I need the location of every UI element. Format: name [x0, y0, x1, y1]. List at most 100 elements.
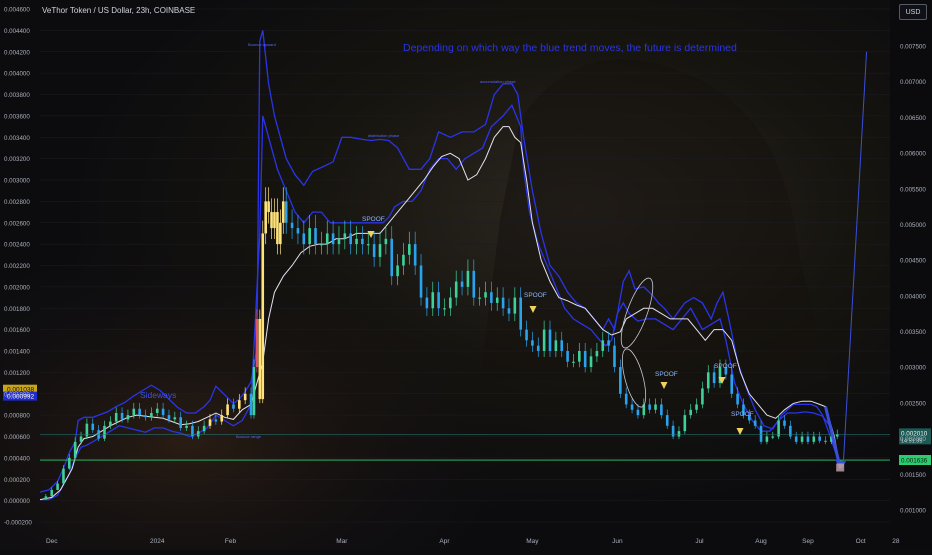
candle-body	[378, 244, 382, 257]
candle-body	[50, 489, 54, 497]
candle-body	[296, 228, 300, 234]
candle-body	[255, 318, 259, 368]
candle-body	[706, 372, 710, 389]
candle-body	[220, 415, 224, 422]
candle-body	[695, 404, 698, 410]
price-chart[interactable]: Depending on which way the blue trend mo…	[0, 0, 932, 550]
right-axis-tick-label: 0.007000	[900, 79, 926, 86]
left-axis-tick-label: 0.003800	[4, 92, 30, 99]
candle-body	[794, 436, 798, 442]
x-axis-tick-label: Dec	[46, 538, 58, 545]
candle-body	[824, 440, 827, 442]
candle-body	[525, 329, 528, 341]
candle-body	[114, 412, 118, 422]
x-axis-tick-label: Apr	[439, 538, 450, 545]
chart-area[interactable]: Depending on which way the blue trend mo…	[0, 0, 932, 550]
candle-body	[454, 281, 458, 298]
x-axis-tick-label: Feb	[225, 538, 237, 545]
candle-body	[636, 409, 640, 416]
candle-body	[361, 238, 364, 245]
headline-annotation: Depending on which way the blue trend mo…	[403, 42, 737, 54]
candle-body	[173, 417, 177, 420]
candle-body	[677, 431, 681, 437]
candle-body	[196, 431, 200, 437]
candle-body	[384, 238, 388, 245]
x-axis-tick-label: 28	[892, 538, 900, 545]
candle-body	[320, 244, 323, 246]
x-axis-tick-label: May	[526, 538, 539, 545]
left-axis-tick-label: 0.002000	[4, 284, 30, 291]
candle-body	[279, 222, 282, 245]
candle-body	[270, 212, 273, 229]
candle-body	[120, 412, 124, 420]
candle-body	[150, 412, 153, 418]
candle-body	[144, 415, 147, 418]
candle-body	[264, 201, 267, 234]
candle-body	[355, 238, 358, 245]
candle-body	[671, 425, 675, 437]
candle-body	[619, 367, 622, 394]
candle-body	[155, 408, 159, 413]
candle-body	[812, 436, 816, 442]
candle-body	[771, 436, 775, 438]
candle-body	[276, 212, 279, 245]
candle-body	[572, 361, 575, 363]
projection-marker	[836, 463, 845, 472]
candle-body	[519, 297, 522, 330]
candle-body	[161, 408, 165, 416]
left-axis-tick-label: 0.002400	[4, 242, 30, 249]
candle-body	[513, 297, 517, 314]
candle-body	[660, 404, 663, 416]
left-axis-tick-label: 0.001600	[4, 327, 30, 334]
candle-body	[132, 408, 136, 416]
spoof-label: SPOOF	[714, 363, 737, 370]
candle-body	[495, 297, 499, 303]
candle-body	[753, 420, 757, 426]
candle-body	[308, 228, 311, 245]
candle-body	[507, 308, 511, 314]
candle-body	[396, 265, 399, 277]
candle-body	[419, 265, 423, 298]
candle-body	[167, 415, 171, 420]
candle-body	[349, 233, 352, 245]
candle-body	[284, 201, 288, 223]
currency-button[interactable]: USD	[899, 4, 927, 20]
candle-body	[484, 292, 487, 298]
candle-body	[730, 374, 734, 394]
candle-body	[607, 340, 610, 346]
left-axis-tick-label: 0.002800	[4, 199, 30, 206]
candle-body	[689, 409, 692, 416]
left-axis-tick-label: 0.003000	[4, 178, 30, 185]
right-axis-tick-label: 0.003500	[900, 329, 926, 336]
right-axis-tick-label: 0.005500	[900, 186, 926, 193]
candle-body	[243, 393, 247, 401]
candle-body	[273, 212, 276, 229]
candle-body	[226, 404, 229, 416]
candle-body	[806, 436, 810, 442]
small-annotation: Bounce range	[236, 434, 262, 439]
left-axis-tick-label: 0.004000	[4, 71, 30, 78]
candle-body	[238, 400, 241, 409]
candle-body	[783, 420, 786, 426]
x-axis-tick-label: Aug	[755, 538, 767, 545]
candle-body	[126, 415, 130, 420]
candle-body	[542, 329, 546, 351]
candle-body	[466, 270, 470, 287]
candle-body	[560, 340, 564, 351]
candle-body	[290, 222, 294, 229]
candle-body	[73, 441, 77, 458]
right-axis-tick-label: 0.004500	[900, 258, 926, 265]
candle-body	[343, 233, 347, 239]
left-axis-tick-label: 0.001000	[4, 391, 30, 398]
candle-body	[595, 351, 599, 357]
left-axis-tick-label: 0.001800	[4, 306, 30, 313]
candle-body	[478, 297, 481, 299]
candle-body	[613, 345, 616, 368]
candle-body	[554, 340, 558, 351]
candle-body	[818, 436, 821, 441]
right-axis-tick-label: 0.002500	[900, 400, 926, 407]
candle-body	[232, 404, 235, 409]
support-price-label: 0.001636	[901, 458, 928, 465]
spoof-label: SPOOF	[655, 371, 678, 378]
left-axis-tick-label: 0.000800	[4, 413, 30, 420]
